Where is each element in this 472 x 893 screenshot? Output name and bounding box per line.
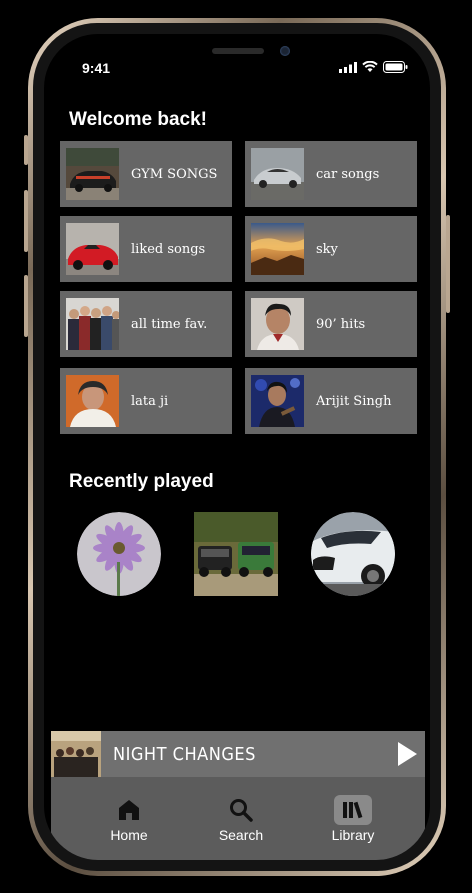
white-car-front-thumb[interactable] bbox=[311, 512, 395, 596]
volume-down-button bbox=[24, 275, 28, 337]
play-icon[interactable] bbox=[398, 742, 417, 766]
mute-switch bbox=[24, 135, 28, 165]
volume-up-button bbox=[24, 190, 28, 252]
tile-label: lata ji bbox=[131, 393, 169, 409]
signal-icon bbox=[339, 61, 357, 73]
search-icon bbox=[230, 799, 253, 822]
front-camera bbox=[280, 46, 290, 56]
black-sports-car-thumb bbox=[66, 148, 119, 200]
wifi-icon bbox=[362, 61, 378, 72]
track-title: NIGHT CHANGES bbox=[113, 743, 256, 765]
playlist-tile-all-time-fav[interactable]: all time fav. bbox=[60, 291, 232, 357]
home-icon bbox=[119, 800, 139, 820]
album-art-thumb bbox=[51, 731, 101, 777]
battery-icon bbox=[383, 61, 408, 73]
tab-library[interactable]: Library bbox=[308, 795, 398, 843]
tab-bar: Home Search Library bbox=[51, 777, 425, 860]
tab-label: Search bbox=[218, 827, 264, 843]
tile-label: liked songs bbox=[131, 241, 206, 257]
silver-sports-car-thumb bbox=[251, 148, 304, 200]
singer-portrait-thumb bbox=[251, 298, 304, 350]
tab-home[interactable]: Home bbox=[84, 797, 174, 843]
active-tab-highlight bbox=[334, 795, 372, 825]
power-button bbox=[446, 215, 450, 313]
status-time: 9:41 bbox=[82, 60, 111, 76]
status-icons bbox=[339, 61, 408, 73]
tab-label: Home bbox=[110, 827, 148, 843]
speaker bbox=[212, 48, 264, 54]
tile-label: GYM SONGS bbox=[131, 166, 218, 182]
now-playing-bar[interactable]: NIGHT CHANGES bbox=[51, 731, 425, 777]
red-sports-car-thumb bbox=[66, 223, 119, 275]
app-screen: 9:41 Welcome back! GYM SONGS car songs l… bbox=[44, 34, 430, 860]
tile-label: all time fav. bbox=[131, 316, 208, 332]
tile-label: car songs bbox=[316, 166, 380, 182]
library-icon bbox=[343, 801, 363, 819]
purple-daisy-flower-thumb[interactable] bbox=[77, 512, 161, 596]
playlist-tile-90s-hits[interactable]: 90’ hits bbox=[245, 291, 417, 357]
playlist-tile-sky[interactable]: sky bbox=[245, 216, 417, 282]
sunset-sky-thumb bbox=[251, 223, 304, 275]
playlist-tile-gym-songs[interactable]: GYM SONGS bbox=[60, 141, 232, 207]
playlist-tile-car-songs[interactable]: car songs bbox=[245, 141, 417, 207]
green-suvs-thumb[interactable] bbox=[194, 512, 278, 596]
tab-label: Library bbox=[331, 827, 375, 843]
tile-label: Arijit Singh bbox=[316, 393, 392, 409]
band-photo-thumb bbox=[66, 298, 119, 350]
playlist-tile-liked-songs[interactable]: liked songs bbox=[60, 216, 232, 282]
playlist-tile-lata-ji[interactable]: lata ji bbox=[60, 368, 232, 434]
playlist-tile-arijit-singh[interactable]: Arijit Singh bbox=[245, 368, 417, 434]
arijit-singh-portrait-thumb bbox=[251, 375, 304, 427]
tile-label: 90’ hits bbox=[316, 316, 366, 332]
tab-search[interactable]: Search bbox=[196, 797, 286, 843]
recently-played-heading: Recently played bbox=[69, 471, 214, 492]
lata-ji-portrait-thumb bbox=[66, 375, 119, 427]
tile-label: sky bbox=[316, 241, 338, 257]
welcome-heading: Welcome back! bbox=[69, 109, 207, 130]
